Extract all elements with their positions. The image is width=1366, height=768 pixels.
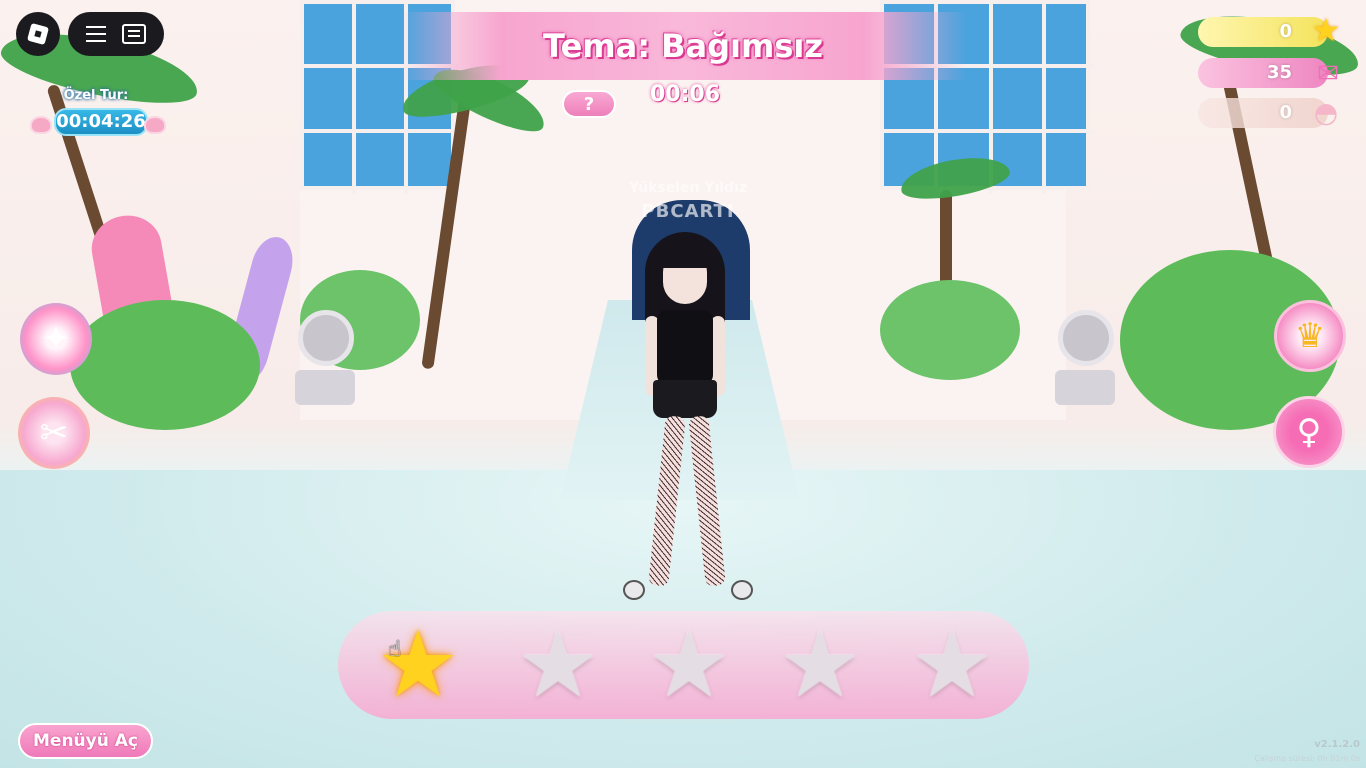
- shop-icon: ✂: [39, 413, 69, 453]
- question-mark-icon: ?: [583, 93, 595, 115]
- top-bar-controls: [68, 12, 164, 56]
- star-icon: ★: [1311, 11, 1341, 49]
- player-title: Yükselen Yıldız: [628, 180, 748, 196]
- hamburger-menu-icon[interactable]: [86, 26, 106, 42]
- pose-icon: ♀: [1296, 412, 1322, 452]
- shell-icon: [30, 116, 52, 134]
- roblox-logo-icon: [26, 22, 50, 46]
- pose-button[interactable]: ♀: [1273, 396, 1345, 468]
- roblox-menu-button[interactable]: [16, 12, 60, 56]
- round-timer: 00:06: [649, 82, 721, 107]
- star-icon: ★: [647, 611, 731, 718]
- rating-star-2[interactable]: ★: [508, 611, 608, 719]
- star-icon: ★: [910, 611, 994, 718]
- theme-banner: Tema: Bağımsız: [400, 12, 966, 80]
- special-round-timer: Özel Tur: 00:04:26: [24, 86, 168, 144]
- version-label: v2.1.2.0: [1314, 739, 1360, 750]
- spotlight-left: [290, 310, 360, 405]
- rating-star-3[interactable]: ★: [639, 611, 739, 719]
- star-icon: ★: [778, 611, 862, 718]
- shop-button[interactable]: ✂: [18, 397, 90, 469]
- shell-icon: ◓: [1313, 95, 1339, 129]
- plant: [70, 300, 260, 430]
- trophy-button[interactable]: ♛: [1274, 300, 1346, 372]
- theme-title: Tema: Bağımsız: [543, 27, 823, 65]
- shell-icon: [144, 116, 166, 134]
- rating-bar: ★ ★ ★ ★ ★: [338, 611, 1029, 719]
- spotlight-right: [1050, 310, 1120, 405]
- star-icon: ★: [516, 611, 600, 718]
- pass-icon: ✦: [41, 319, 71, 359]
- open-menu-button[interactable]: Menüyü Aç: [18, 723, 153, 759]
- ticket-icon: ✉: [1317, 59, 1339, 89]
- plant: [880, 280, 1020, 380]
- hand-cursor-icon: ☝: [388, 637, 402, 662]
- trophy-icon: ♛: [1294, 316, 1326, 356]
- player-avatar: [615, 228, 755, 603]
- star-icon: ★: [376, 611, 460, 718]
- special-round-time: 00:04:26: [54, 108, 148, 136]
- rating-star-5[interactable]: ★: [902, 611, 1002, 719]
- dress-hint-button[interactable]: ?: [562, 90, 616, 118]
- player-name: PBCARTI: [641, 201, 735, 222]
- pass-button[interactable]: ✦: [20, 303, 92, 375]
- special-round-label: Özel Tur:: [63, 88, 129, 103]
- uptime-label: Çalışma süresi: 0h 01m 0s: [1254, 754, 1360, 763]
- chat-icon[interactable]: [122, 24, 146, 44]
- rating-star-4[interactable]: ★: [770, 611, 870, 719]
- rating-star-1[interactable]: ★: [368, 611, 468, 719]
